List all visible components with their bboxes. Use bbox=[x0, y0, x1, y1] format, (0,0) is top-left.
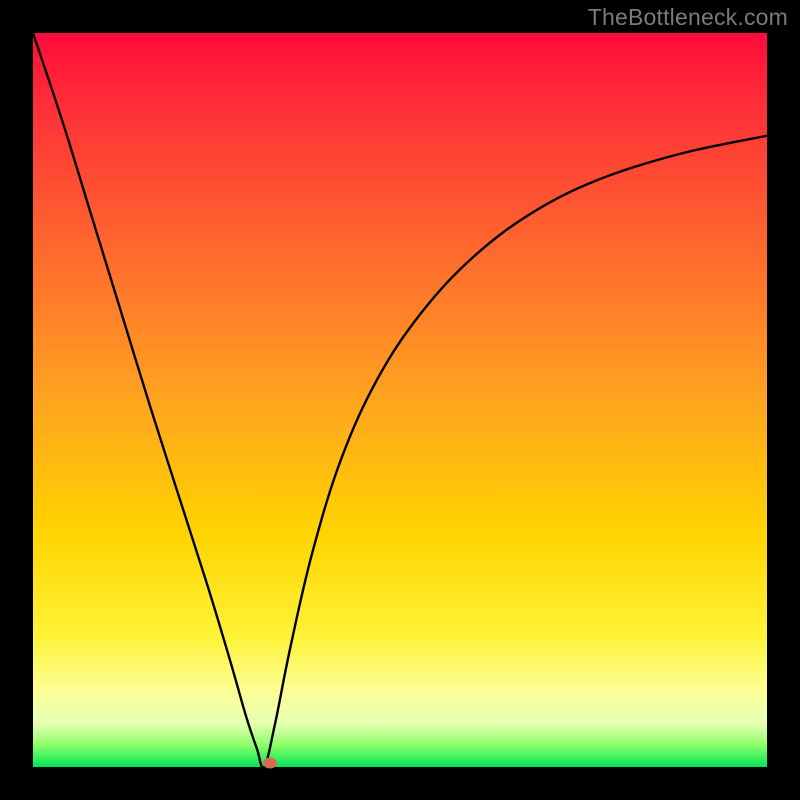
watermark-text: TheBottleneck.com bbox=[588, 4, 788, 31]
minimum-marker bbox=[263, 757, 277, 768]
chart-frame: TheBottleneck.com bbox=[0, 0, 800, 800]
bottleneck-curve bbox=[33, 33, 767, 767]
plot-area bbox=[33, 33, 767, 767]
curve-path bbox=[33, 33, 767, 768]
